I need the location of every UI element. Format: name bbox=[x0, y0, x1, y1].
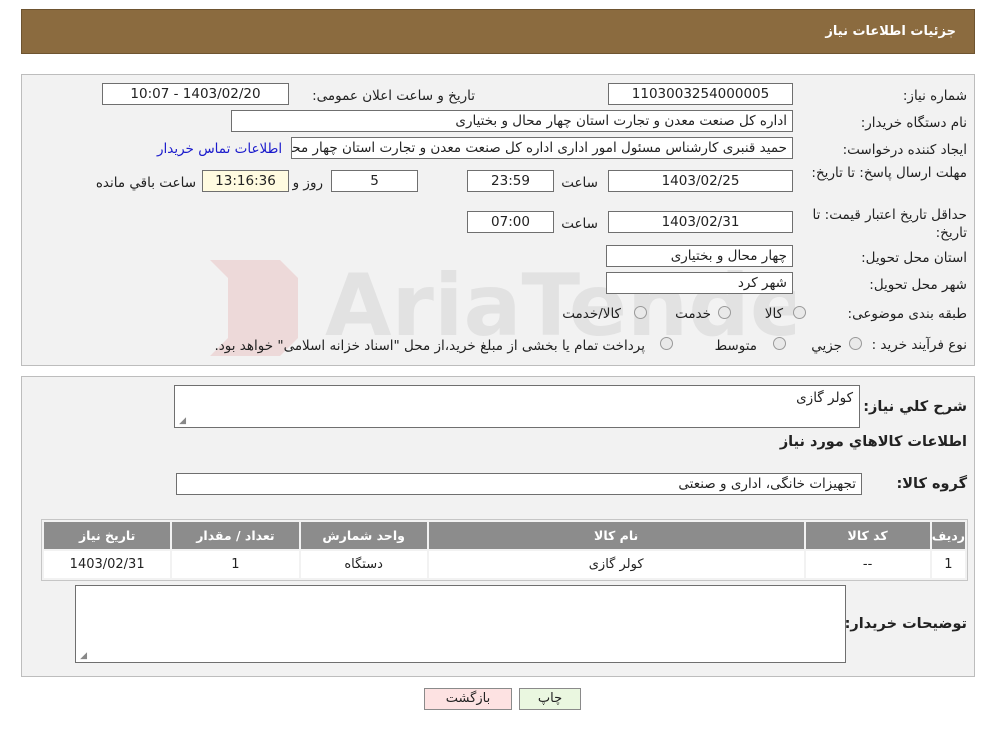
announce-label: تاریخ و ساعت اعلان عمومی: bbox=[312, 88, 475, 104]
need-number-field[interactable]: 1103003254000005 bbox=[608, 83, 793, 105]
province-label: استان محل تحویل: bbox=[861, 250, 967, 266]
deadline-time-label: ساعت bbox=[561, 175, 598, 191]
process-option-minor: جزيي bbox=[811, 338, 842, 354]
process-radio-medium[interactable] bbox=[773, 337, 786, 350]
remaining-label: ساعت باقي مانده bbox=[95, 175, 196, 191]
remaining-time-field: 13:16:36 bbox=[202, 170, 289, 192]
buyer-notes-textarea[interactable]: ◢ bbox=[75, 585, 846, 663]
process-option-medium: متوسط bbox=[714, 338, 757, 354]
cell-row: 1 bbox=[931, 551, 965, 578]
category-option-goods: كالا bbox=[764, 306, 783, 322]
days-field[interactable]: 5 bbox=[331, 170, 418, 192]
print-button[interactable]: چاپ bbox=[519, 688, 581, 710]
description-label: شرح كلي نياز: bbox=[863, 399, 967, 415]
creator-label: ایجاد کننده درخواست: bbox=[842, 142, 967, 158]
col-name: نام كالا bbox=[428, 522, 804, 549]
deadline-date-field[interactable]: 1403/02/25 bbox=[608, 170, 793, 192]
process-note: پرداخت تمام یا بخشی از مبلغ خرید،از محل … bbox=[214, 338, 645, 354]
goods-info-title: اطلاعات كالاهاي مورد نياز bbox=[779, 434, 967, 450]
province-field[interactable]: چهار محال و بختیاری bbox=[606, 245, 793, 267]
back-button[interactable]: بازگشت bbox=[424, 688, 512, 710]
cell-code: -- bbox=[805, 551, 930, 578]
goods-table-header: رديف كد كالا نام كالا واحد شمارش تعداد /… bbox=[44, 522, 965, 549]
page-title: جزئیات اطلاعات نیاز bbox=[825, 24, 956, 39]
buyer-field[interactable]: اداره کل صنعت معدن و تجارت استان چهار مح… bbox=[231, 110, 793, 132]
resize-grip-icon[interactable]: ◢ bbox=[78, 652, 87, 661]
resize-grip-icon[interactable]: ◢ bbox=[177, 417, 186, 426]
page-header: جزئیات اطلاعات نیاز bbox=[21, 9, 975, 54]
creator-field[interactable]: حمید قنبری کارشناس مسئول امور اداری ادار… bbox=[291, 137, 793, 159]
cell-name: کولر گازی bbox=[428, 551, 804, 578]
validity-label: حداقل تاریخ اعتبار قیمت: تا تاریخ: bbox=[812, 207, 967, 241]
deadline-time-field[interactable]: 23:59 bbox=[467, 170, 554, 192]
description-textarea[interactable]: کولر گازی ◢ bbox=[174, 385, 860, 428]
process-label: نوع فرآیند خرید : bbox=[871, 337, 967, 353]
process-radio-minor[interactable] bbox=[849, 337, 862, 350]
cell-date: 1403/02/31 bbox=[44, 551, 171, 578]
validity-date-field[interactable]: 1403/02/31 bbox=[608, 211, 793, 233]
announce-field[interactable]: 1403/02/20 - 10:07 bbox=[102, 83, 289, 105]
col-row: رديف bbox=[931, 522, 965, 549]
validity-time-label: ساعت bbox=[561, 216, 598, 232]
table-row: 1 -- کولر گازی دستگاه 1 1403/02/31 bbox=[44, 551, 965, 578]
cell-quantity: 1 bbox=[172, 551, 299, 578]
category-option-goods-service: کالا/خدمت bbox=[562, 306, 621, 322]
buyer-contact-link[interactable]: اطلاعات تماس خریدار bbox=[157, 141, 282, 157]
deadline-label: مهلت ارسال پاسخ: تا تاریخ: bbox=[811, 165, 967, 181]
process-radio-treasury[interactable] bbox=[660, 337, 673, 350]
buyer-notes-label: توضيحات خريدار: bbox=[844, 616, 967, 632]
col-unit: واحد شمارش bbox=[300, 522, 427, 549]
category-radio-service[interactable] bbox=[718, 306, 731, 319]
goods-group-field[interactable]: تجهیزات خانگی، اداری و صنعتی bbox=[176, 473, 862, 495]
city-label: شهر محل تحویل: bbox=[869, 277, 967, 293]
goods-group-label: گروه كالا: bbox=[896, 476, 967, 492]
need-number-label: شماره نیاز: bbox=[902, 88, 967, 104]
goods-table: رديف كد كالا نام كالا واحد شمارش تعداد /… bbox=[41, 519, 968, 581]
buyer-label: نام دستگاه خریدار: bbox=[860, 115, 967, 131]
description-text: کولر گازی bbox=[796, 390, 853, 406]
days-label: روز و bbox=[292, 175, 323, 191]
col-quantity: تعداد / مقدار bbox=[172, 522, 299, 549]
category-option-service: خدمت bbox=[675, 306, 711, 322]
col-date: تاريخ نياز bbox=[44, 522, 171, 549]
col-code: كد كالا bbox=[805, 522, 930, 549]
validity-time-field[interactable]: 07:00 bbox=[467, 211, 554, 233]
cell-unit: دستگاه bbox=[300, 551, 427, 578]
city-field[interactable]: شهر کرد bbox=[606, 272, 793, 294]
category-radio-goods-service[interactable] bbox=[634, 306, 647, 319]
category-radio-goods[interactable] bbox=[793, 306, 806, 319]
category-label: طبقه بندی موضوعی: bbox=[847, 306, 967, 322]
